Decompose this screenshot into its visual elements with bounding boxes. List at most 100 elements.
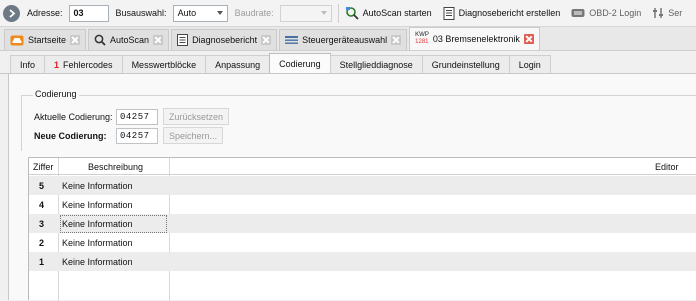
tab-stellglieddiagnose[interactable]: Stellglieddiagnose	[329, 55, 423, 73]
doc-tab-startseite[interactable]: Startseite	[4, 29, 87, 50]
doc-tab-steuergeraeteauswahl[interactable]: Steuergeräteauswahl	[279, 29, 408, 50]
baud-label: Baudrate:	[234, 8, 274, 18]
digit-cell: 3	[39, 218, 45, 229]
coding-table: Ziffer Beschreibung Editor 5 Keine Infor…	[28, 157, 696, 301]
tab-fehlercodes[interactable]: 1 Fehlercodes	[44, 55, 123, 73]
autoscan-start-label: AutoScan starten	[362, 8, 432, 18]
table-header: Ziffer Beschreibung Editor	[29, 158, 696, 175]
doc-tab-label: AutoScan	[110, 35, 150, 45]
close-icon[interactable]	[523, 34, 534, 44]
main-toolbar: Adresse: 03 Busauswahl: Auto Baudrate: A…	[0, 0, 696, 27]
table-row[interactable]: 1 Keine Information	[29, 252, 696, 271]
obd-connector-icon	[571, 9, 585, 17]
reset-button-label: Zurücksetzen	[169, 111, 224, 122]
tab-label: Messwertblöcke	[131, 59, 197, 70]
report-icon	[177, 34, 189, 46]
table-row[interactable]: 3 Keine Information	[29, 214, 696, 233]
doc-tab-label: 03 Bremsenelektronik	[432, 34, 520, 44]
tab-codierung[interactable]: Codierung	[269, 53, 331, 73]
tab-label: Login	[518, 59, 541, 70]
tab-label: Anpassung	[215, 59, 261, 70]
error-count-badge: 1	[54, 59, 60, 70]
tab-login[interactable]: Login	[508, 55, 551, 73]
description-cell: Keine Information	[62, 256, 133, 267]
address-value: 03	[73, 8, 84, 18]
table-row[interactable]: 4 Keine Information	[29, 195, 696, 214]
doc-tab-bremsenelektronik[interactable]: KWP 1281 03 Bremsenelektronik	[409, 27, 540, 50]
new-coding-label: Neue Codierung:	[34, 130, 107, 141]
document-tab-bar: Startseite AutoScan Diagnosebericht Steu…	[0, 27, 696, 51]
close-icon[interactable]	[70, 35, 81, 45]
autoscan-icon	[345, 7, 359, 20]
column-header-digit[interactable]: Ziffer	[33, 162, 53, 172]
service-label: Ser	[668, 8, 683, 18]
digit-cell: 5	[39, 180, 45, 191]
doc-tab-label: Startseite	[28, 35, 67, 45]
service-icon	[653, 8, 664, 18]
tab-label: Grundeinstellung	[431, 59, 500, 70]
tab-label: Stellglieddiagnose	[339, 59, 413, 70]
chevron-down-icon	[320, 11, 327, 15]
service-button[interactable]: Ser	[652, 7, 682, 19]
report-icon	[443, 6, 455, 20]
coding-group-title: Codierung	[33, 89, 79, 99]
digit-cell: 1	[39, 256, 45, 267]
new-coding-row: Neue Codierung: 04257 Speichern...	[34, 127, 224, 144]
tab-info[interactable]: Info	[10, 55, 46, 73]
bus-select[interactable]: Auto	[172, 4, 228, 22]
digit-cell: 4	[39, 199, 45, 210]
table-row[interactable]: 5 Keine Information	[29, 176, 696, 195]
tab-label: Info	[20, 59, 36, 70]
magnifier-icon	[94, 34, 106, 46]
save-button-label: Speichern...	[169, 130, 218, 141]
autoscan-start-button[interactable]: AutoScan starten	[345, 6, 432, 20]
current-coding-label: Aktuelle Codierung:	[34, 111, 113, 122]
close-icon[interactable]	[153, 35, 164, 45]
doc-tab-label: Diagnosebericht	[192, 35, 258, 45]
bus-label: Busauswahl:	[115, 8, 167, 18]
coding-panel: Codierung Aktuelle Codierung: 04257 Zurü…	[8, 74, 696, 301]
address-label: Adresse:	[27, 8, 63, 18]
focused-cell-outline	[60, 215, 167, 233]
column-header-description[interactable]: Beschreibung	[88, 162, 143, 172]
current-coding-value: 04257	[120, 111, 150, 122]
close-icon[interactable]	[261, 35, 272, 45]
doc-tab-label: Steuergeräteauswahl	[302, 35, 388, 45]
kwp-icon: KWP 1281	[415, 32, 429, 46]
tab-grundeinstellung[interactable]: Grundeinstellung	[421, 55, 510, 73]
list-icon	[285, 36, 299, 44]
chevron-down-icon	[216, 11, 223, 15]
digit-cell: 2	[39, 237, 45, 248]
bus-select-value: Auto	[177, 8, 197, 18]
description-cell: Keine Information	[62, 199, 133, 210]
car-icon	[10, 35, 24, 45]
column-header-editor[interactable]: Editor	[655, 162, 679, 172]
save-button[interactable]: Speichern...	[163, 127, 224, 144]
tab-anpassung[interactable]: Anpassung	[205, 55, 271, 73]
current-coding-field: 04257	[116, 108, 158, 125]
tab-label: Fehlercodes	[63, 59, 113, 70]
tab-messwertbloecke[interactable]: Messwertblöcke	[121, 55, 207, 73]
obd-login-button[interactable]: OBD-2 Login	[571, 7, 641, 19]
doc-tab-diagnosebericht[interactable]: Diagnosebericht	[171, 29, 278, 50]
kwp-protocol-label: KWP	[415, 32, 429, 38]
obd-login-label: OBD-2 Login	[589, 8, 642, 18]
function-tab-bar: Info 1 Fehlercodes Messwertblöcke Anpass…	[0, 51, 696, 74]
address-input[interactable]: 03	[68, 4, 109, 22]
forward-icon[interactable]	[3, 4, 20, 22]
current-coding-row: Aktuelle Codierung: 04257 Zurücksetzen	[34, 108, 230, 125]
description-cell: Keine Information	[62, 180, 133, 191]
diag-report-button[interactable]: Diagnosebericht erstellen	[443, 6, 561, 20]
toolbar-separator	[337, 3, 339, 23]
new-coding-value: 04257	[120, 130, 150, 141]
reset-button[interactable]: Zurücksetzen	[163, 108, 230, 125]
baud-select[interactable]	[279, 4, 332, 22]
table-row[interactable]: 2 Keine Information	[29, 233, 696, 252]
tab-label: Codierung	[279, 58, 321, 69]
diag-report-label: Diagnosebericht erstellen	[458, 8, 561, 18]
description-cell: Keine Information	[62, 237, 133, 248]
kwp-protocol-number: 1281	[415, 39, 429, 45]
doc-tab-autoscan[interactable]: AutoScan	[88, 29, 170, 50]
new-coding-input[interactable]: 04257	[116, 127, 158, 144]
close-icon[interactable]	[391, 35, 402, 45]
